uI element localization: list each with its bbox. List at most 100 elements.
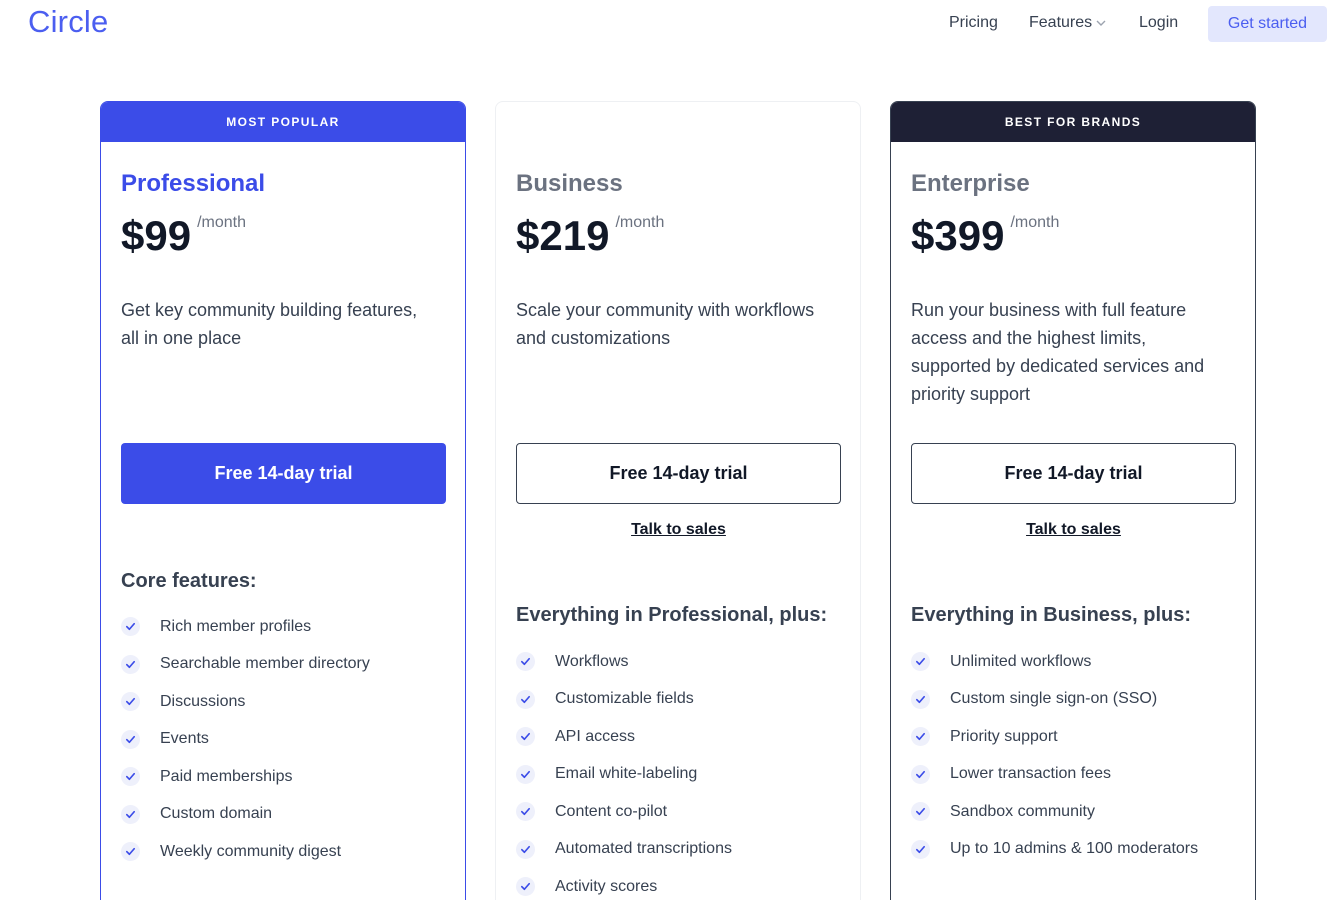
check-icon (911, 652, 930, 672)
plan-price: $219 (516, 212, 610, 259)
check-icon (121, 729, 140, 749)
check-icon (911, 764, 930, 784)
feature-item: Activity scores (516, 868, 732, 900)
check-icon (121, 804, 140, 824)
feature-label: Priority support (950, 727, 1058, 745)
feature-item: Events (121, 721, 370, 759)
feature-label: Email white-labeling (555, 765, 698, 783)
features-title: Core features: (121, 570, 257, 592)
free-trial-button[interactable]: Free 14-day trial (911, 443, 1236, 504)
get-started-button[interactable]: Get started (1208, 6, 1327, 42)
feature-item: Rich member profiles (121, 608, 370, 646)
feature-item: Content co-pilot (516, 793, 732, 831)
feature-list: Workflows Customizable fields API access Em… (516, 643, 732, 900)
check-icon (121, 842, 140, 862)
nav-login-link[interactable]: Login (1139, 14, 1178, 32)
check-icon (516, 652, 535, 672)
plan-card-enterprise: BEST FOR BRANDS Enterprise $399 /month R… (890, 101, 1256, 900)
check-icon (911, 839, 930, 859)
plan-description: Run your business with full feature acce… (911, 300, 1205, 404)
feature-item: Customizable fields (516, 681, 732, 719)
check-icon (516, 689, 535, 709)
feature-item: Lower transaction fees (911, 756, 1198, 794)
plan-ribbon: BEST FOR BRANDS (891, 102, 1255, 142)
feature-label: Workflows (555, 652, 629, 670)
check-icon (516, 802, 535, 822)
feature-label: Searchable member directory (160, 655, 370, 673)
feature-item: API access (516, 718, 732, 756)
feature-label: Activity scores (555, 877, 658, 895)
plan-ribbon: MOST POPULAR (101, 102, 465, 142)
feature-label: Custom domain (160, 805, 273, 823)
check-icon (911, 727, 930, 747)
features-title: Everything in Professional, plus: (516, 604, 828, 626)
feature-item: Searchable member directory (121, 646, 370, 684)
feature-item: Discussions (121, 683, 370, 721)
feature-label: Sandbox community (950, 802, 1095, 820)
feature-list: Rich member profiles Searchable member di… (121, 608, 370, 871)
feature-label: Custom single sign-on (SSO) (950, 690, 1158, 708)
feature-item: Email white-labeling (516, 756, 732, 794)
check-icon (911, 802, 930, 822)
check-icon (121, 654, 140, 674)
plan-card-business: Business $219 /month Scale your communit… (495, 101, 861, 900)
nav-features-label: Features (1029, 14, 1093, 31)
free-trial-button[interactable]: Free 14-day trial (121, 443, 446, 504)
feature-item: Custom domain (121, 796, 370, 834)
feature-item: Paid memberships (121, 758, 370, 796)
plan-period: /month (197, 214, 246, 231)
check-icon (516, 764, 535, 784)
feature-item: Weekly community digest (121, 833, 370, 871)
plan-name: Enterprise (911, 170, 1030, 197)
plan-card-professional: MOST POPULAR Professional $99 /month Get… (100, 101, 466, 900)
feature-item: Custom single sign-on (SSO) (911, 681, 1198, 719)
plan-name: Professional (121, 170, 266, 197)
feature-item: Sandbox community (911, 793, 1198, 831)
feature-list: Unlimited workflows Custom single sign-on… (911, 643, 1198, 868)
check-icon (121, 692, 140, 712)
feature-label: Unlimited workflows (950, 652, 1092, 670)
feature-label: Automated transcriptions (555, 840, 732, 858)
check-icon (121, 767, 140, 787)
nav-pricing-link[interactable]: Pricing (949, 14, 998, 32)
feature-label: API access (555, 727, 636, 745)
chevron-down-icon (1096, 20, 1106, 26)
talk-to-sales-link[interactable]: Talk to sales (911, 521, 1236, 539)
feature-item: Priority support (911, 718, 1198, 756)
plan-period: /month (615, 214, 665, 231)
check-icon (911, 689, 930, 709)
feature-label: Content co-pilot (555, 802, 668, 820)
check-icon (516, 727, 535, 747)
price-row: $399 /month (911, 212, 1237, 260)
check-icon (121, 617, 140, 637)
features-title: Everything in Business, plus: (911, 604, 1192, 626)
plan-price: $99 (121, 212, 192, 259)
price-row: $219 /month (516, 212, 842, 260)
feature-label: Rich member profiles (160, 617, 312, 635)
talk-to-sales-link[interactable]: Talk to sales (516, 521, 841, 539)
check-icon (516, 839, 535, 859)
feature-label: Lower transaction fees (950, 765, 1111, 783)
price-row: $99 /month (121, 212, 447, 260)
feature-label: Paid memberships (160, 767, 293, 785)
plan-price: $399 (911, 212, 1005, 259)
feature-item: Workflows (516, 643, 732, 681)
circle-logo[interactable]: Circle (28, 4, 108, 40)
feature-label: Events (160, 730, 209, 748)
free-trial-button[interactable]: Free 14-day trial (516, 443, 841, 504)
nav-features-dropdown[interactable]: Features (1029, 14, 1106, 32)
plan-period: /month (1010, 214, 1060, 231)
plan-ribbon (496, 102, 860, 142)
feature-label: Discussions (160, 692, 246, 710)
feature-item: Unlimited workflows (911, 643, 1198, 681)
check-icon (516, 877, 535, 897)
plan-name: Business (516, 170, 623, 197)
feature-item: Up to 10 admins & 100 moderators (911, 831, 1198, 869)
feature-label: Weekly community digest (160, 842, 342, 860)
feature-label: Customizable fields (555, 690, 694, 708)
plan-description: Get key community building features, all… (121, 300, 418, 348)
feature-label: Up to 10 admins & 100 moderators (950, 840, 1199, 858)
plan-description: Scale your community with workflows and … (516, 300, 815, 348)
feature-item: Automated transcriptions (516, 831, 732, 869)
top-navigation: Circle Pricing Features Login Get starte… (0, 0, 1339, 48)
